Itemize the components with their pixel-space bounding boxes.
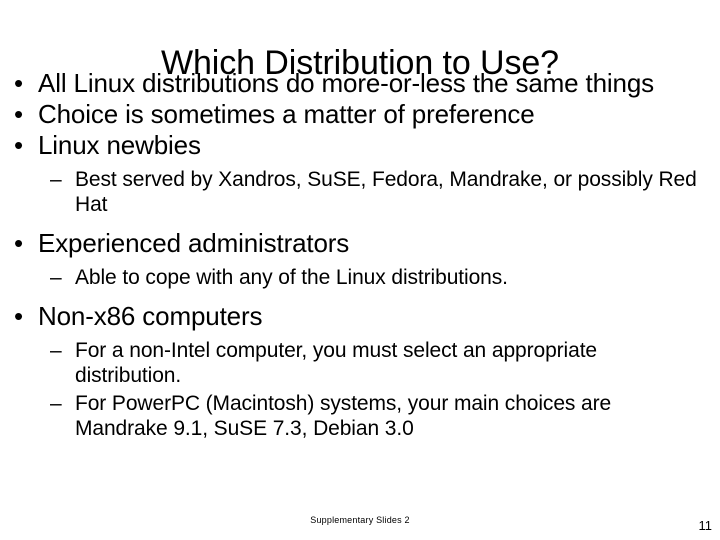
bullet-text: Non-x86 computers [38,301,263,331]
sub-bullet-item: – For a non-Intel computer, you must sel… [0,338,702,388]
sub-bullet-text: For PowerPC (Macintosh) systems, your ma… [75,392,612,440]
bullet-text: Linux newbies [38,130,201,160]
sub-bullet-text: Able to cope with any of the Linux distr… [75,266,508,289]
bullet-marker-icon: • [14,130,23,160]
bullet-item: • Choice is sometimes a matter of prefer… [8,99,704,130]
bullet-item: • Linux newbies [8,130,704,161]
dash-marker-icon: – [50,339,62,362]
slide-footer-note: Supplementary Slides 2 [310,515,410,525]
bullet-marker-icon: • [14,228,23,258]
bullet-text: Experienced administrators [38,228,350,258]
bullet-marker-icon: • [14,301,23,331]
dash-marker-icon: – [50,392,62,415]
bullet-item: • Experienced administrators [8,228,704,259]
dash-marker-icon: – [50,168,62,191]
bullet-marker-icon: • [14,68,23,98]
sub-bullet-item: – Best served by Xandros, SuSE, Fedora, … [0,167,702,217]
sub-bullet-text: Best served by Xandros, SuSE, Fedora, Ma… [75,168,697,216]
sub-bullet-item: – For PowerPC (Macintosh) systems, your … [0,391,702,441]
sub-bullet-text: For a non-Intel computer, you must selec… [75,339,598,387]
bullet-text: Choice is sometimes a matter of preferen… [38,99,535,129]
sub-bullet-item: – Able to cope with any of the Linux dis… [0,265,702,290]
slide-page-number: 11 [698,518,713,533]
bullet-item: • All Linux distributions do more-or-les… [8,68,704,99]
slide-body: • All Linux distributions do more-or-les… [0,68,720,441]
dash-marker-icon: – [50,266,62,289]
bullet-text: All Linux distributions do more-or-less … [38,68,655,98]
bullet-marker-icon: • [14,99,23,129]
presentation-slide: Which Distribution to Use? • All Linux d… [0,0,720,540]
bullet-item: • Non-x86 computers [8,301,704,332]
